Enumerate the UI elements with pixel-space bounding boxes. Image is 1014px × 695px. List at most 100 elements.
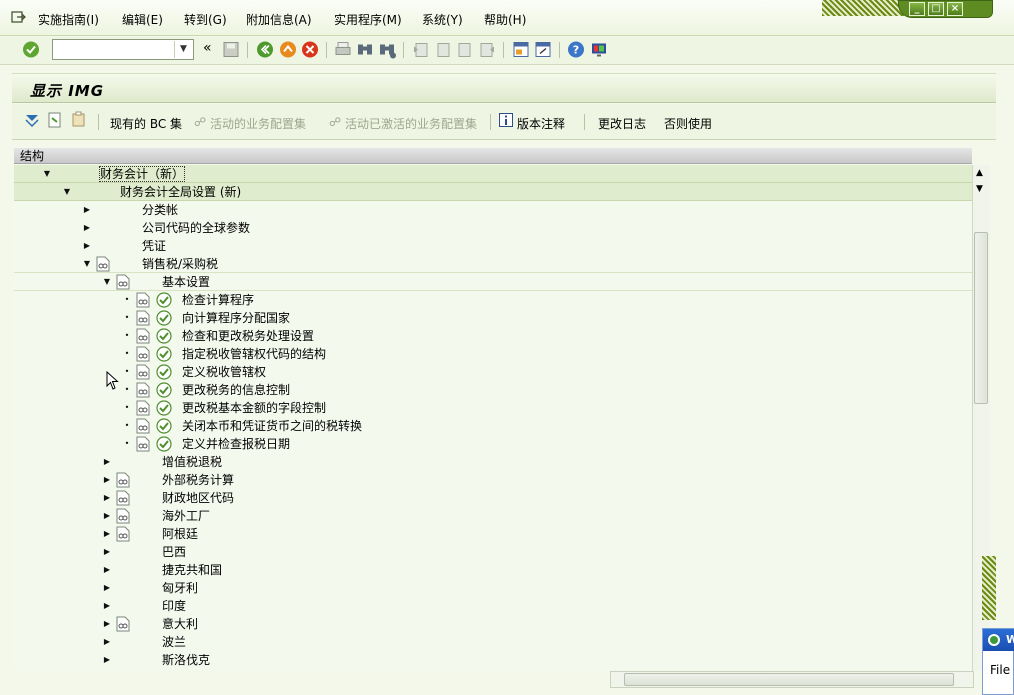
tree-row[interactable]: • 定义税收管辖权 bbox=[14, 363, 972, 381]
tree-node-label[interactable]: 关闭本币和凭证货币之间的税转换 bbox=[182, 419, 362, 433]
tree-node-label[interactable]: 财务会计全局设置 (新) bbox=[120, 185, 241, 199]
tree-node-label[interactable]: 匈牙利 bbox=[162, 581, 198, 595]
scroll-down-arrow-icon[interactable]: ▼ bbox=[976, 184, 983, 194]
tree-row[interactable]: ▶ 印度 bbox=[14, 597, 972, 615]
tree-row[interactable]: ▶ 凭证 bbox=[14, 237, 972, 255]
tree-node-label[interactable]: 分类帐 bbox=[142, 203, 178, 217]
tree-node-label[interactable]: 凭证 bbox=[142, 239, 166, 253]
expand-node-icon[interactable]: ▶ bbox=[102, 599, 112, 613]
tree-node-label[interactable]: 外部税务计算 bbox=[162, 473, 234, 487]
tree-row[interactable]: ▶ 财政地区代码 bbox=[14, 489, 972, 507]
clipboard-icon[interactable] bbox=[71, 111, 87, 127]
expand-node-icon[interactable]: ▶ bbox=[102, 545, 112, 559]
expand-node-icon[interactable]: ▶ bbox=[102, 563, 112, 577]
tree-row[interactable]: • 检查计算程序 bbox=[14, 291, 972, 309]
expand-node-icon[interactable]: ▶ bbox=[102, 653, 112, 667]
vertical-scroll-thumb[interactable] bbox=[974, 232, 988, 404]
tree-node-label[interactable]: 阿根廷 bbox=[162, 527, 198, 541]
help-icon[interactable]: ? bbox=[567, 40, 585, 59]
tree-node-label[interactable]: 检查计算程序 bbox=[182, 293, 254, 307]
command-field[interactable] bbox=[52, 39, 194, 60]
tree-row[interactable]: ▼ 基本设置 bbox=[14, 273, 972, 291]
tree-row[interactable]: ▶ 意大利 bbox=[14, 615, 972, 633]
expand-node-icon[interactable]: ▶ bbox=[82, 221, 92, 235]
expand-node-icon[interactable]: ▶ bbox=[102, 491, 112, 505]
find-next-icon[interactable] bbox=[378, 40, 396, 59]
tree-row[interactable]: ▶ 巴西 bbox=[14, 543, 972, 561]
expand-node-icon[interactable]: ▶ bbox=[102, 473, 112, 487]
tree-row[interactable]: ▶ 斯洛伐克 bbox=[14, 651, 972, 669]
tree-node-label[interactable]: 公司代码的全球参数 bbox=[142, 221, 250, 235]
new-session-icon[interactable] bbox=[512, 40, 530, 59]
tree-node-label[interactable]: 定义并检查报税日期 bbox=[182, 437, 290, 451]
release-notes-button[interactable]: 版本注释 bbox=[517, 115, 565, 132]
collapse-node-icon[interactable]: ▼ bbox=[82, 257, 92, 271]
tree-node-label[interactable]: 意大利 bbox=[162, 617, 198, 631]
tree-node-label[interactable]: 斯洛伐克 bbox=[162, 653, 210, 667]
horizontal-scroll-thumb[interactable] bbox=[624, 673, 954, 686]
exit-icon[interactable] bbox=[279, 40, 297, 59]
menu-exit-icon[interactable] bbox=[10, 10, 26, 24]
tree-row[interactable]: • 定义并检查报税日期 bbox=[14, 435, 972, 453]
tree-node-label[interactable]: 波兰 bbox=[162, 635, 186, 649]
menu-item-extras[interactable]: 附加信息(A) bbox=[246, 11, 312, 28]
menu-item-implementation-guide[interactable]: 实施指南(I) bbox=[38, 11, 99, 28]
tree-node-label[interactable]: 定义税收管辖权 bbox=[182, 365, 266, 379]
tree-row[interactable]: • 向计算程序分配国家 bbox=[14, 309, 972, 327]
tree-row[interactable]: ▼ 销售税/采购税 bbox=[14, 255, 972, 273]
shortcut-icon[interactable] bbox=[534, 40, 552, 59]
expand-node-icon[interactable]: ▶ bbox=[82, 203, 92, 217]
find-icon[interactable] bbox=[356, 40, 374, 59]
cancel-icon[interactable] bbox=[301, 40, 319, 59]
last-page-icon[interactable] bbox=[478, 40, 496, 59]
expand-node-icon[interactable]: ▶ bbox=[102, 509, 112, 523]
tree-node-label[interactable]: 向计算程序分配国家 bbox=[182, 311, 290, 325]
external-window-file-menu[interactable]: File bbox=[990, 663, 1010, 677]
where-used-button[interactable]: 否则使用 bbox=[664, 115, 712, 132]
command-field-dropdown[interactable]: ▼ bbox=[174, 41, 192, 58]
active-business-config-set-button[interactable]: 活动的业务配置集 bbox=[210, 115, 306, 132]
tree-node-label[interactable]: 印度 bbox=[162, 599, 186, 613]
menu-item-utilities[interactable]: 实用程序(M) bbox=[334, 11, 402, 28]
menu-item-goto[interactable]: 转到(G) bbox=[184, 11, 227, 28]
tree-row[interactable]: ▼ 财务会计全局设置 (新) bbox=[14, 183, 972, 201]
collapse-node-icon[interactable]: ▼ bbox=[42, 167, 52, 181]
close-button[interactable]: × bbox=[947, 2, 963, 16]
tree-row[interactable]: • 更改税基本金额的字段控制 bbox=[14, 399, 972, 417]
back-icon[interactable] bbox=[256, 40, 274, 59]
tree-node-label[interactable]: 更改税基本金额的字段控制 bbox=[182, 401, 326, 415]
expand-node-icon[interactable]: ▶ bbox=[102, 527, 112, 541]
tree-row[interactable]: • 检查和更改税务处理设置 bbox=[14, 327, 972, 345]
tree-node-label[interactable]: 指定税收管辖权代码的结构 bbox=[182, 347, 326, 361]
tree-row[interactable]: ▶ 公司代码的全球参数 bbox=[14, 219, 972, 237]
toolbar-collapse-glyph[interactable]: « bbox=[203, 40, 212, 56]
tree-row[interactable]: ▶ 外部税务计算 bbox=[14, 471, 972, 489]
previous-page-icon[interactable] bbox=[434, 40, 452, 59]
restore-button[interactable]: □ bbox=[928, 2, 944, 16]
tree-node-label[interactable]: 基本设置 bbox=[162, 275, 210, 289]
collapse-node-icon[interactable]: ▼ bbox=[62, 185, 72, 199]
minimize-button[interactable]: _ bbox=[909, 2, 925, 16]
tree-node-label[interactable]: 检查和更改税务处理设置 bbox=[182, 329, 314, 343]
tree-node-label[interactable]: 财政地区代码 bbox=[162, 491, 234, 505]
tree-node-label[interactable]: 巴西 bbox=[162, 545, 186, 559]
print-icon[interactable] bbox=[334, 40, 352, 59]
tree-node-label[interactable]: 捷克共和国 bbox=[162, 563, 222, 577]
tree-node-label[interactable]: 增值税退税 bbox=[162, 455, 222, 469]
activated-business-config-set-button[interactable]: 活动已激活的业务配置集 bbox=[345, 115, 477, 132]
expand-node-icon[interactable]: ▶ bbox=[102, 635, 112, 649]
collapse-node-icon[interactable]: ▼ bbox=[102, 275, 112, 289]
tree-row[interactable]: ▶ 阿根廷 bbox=[14, 525, 972, 543]
tree-node-label[interactable]: 海外工厂 bbox=[162, 509, 210, 523]
tree-row[interactable]: • 更改税务的信息控制 bbox=[14, 381, 972, 399]
menu-item-edit[interactable]: 编辑(E) bbox=[122, 11, 163, 28]
next-page-icon[interactable] bbox=[456, 40, 474, 59]
tree-row[interactable]: ▶ 匈牙利 bbox=[14, 579, 972, 597]
customize-layout-icon[interactable] bbox=[590, 40, 608, 59]
expand-node-icon[interactable]: ▶ bbox=[102, 617, 112, 631]
tree-node-label[interactable]: 更改税务的信息控制 bbox=[182, 383, 290, 397]
menu-item-help[interactable]: 帮助(H) bbox=[484, 11, 526, 28]
save-icon[interactable] bbox=[222, 40, 240, 59]
enter-icon[interactable] bbox=[22, 40, 40, 59]
tree-row[interactable]: ▶ 海外工厂 bbox=[14, 507, 972, 525]
